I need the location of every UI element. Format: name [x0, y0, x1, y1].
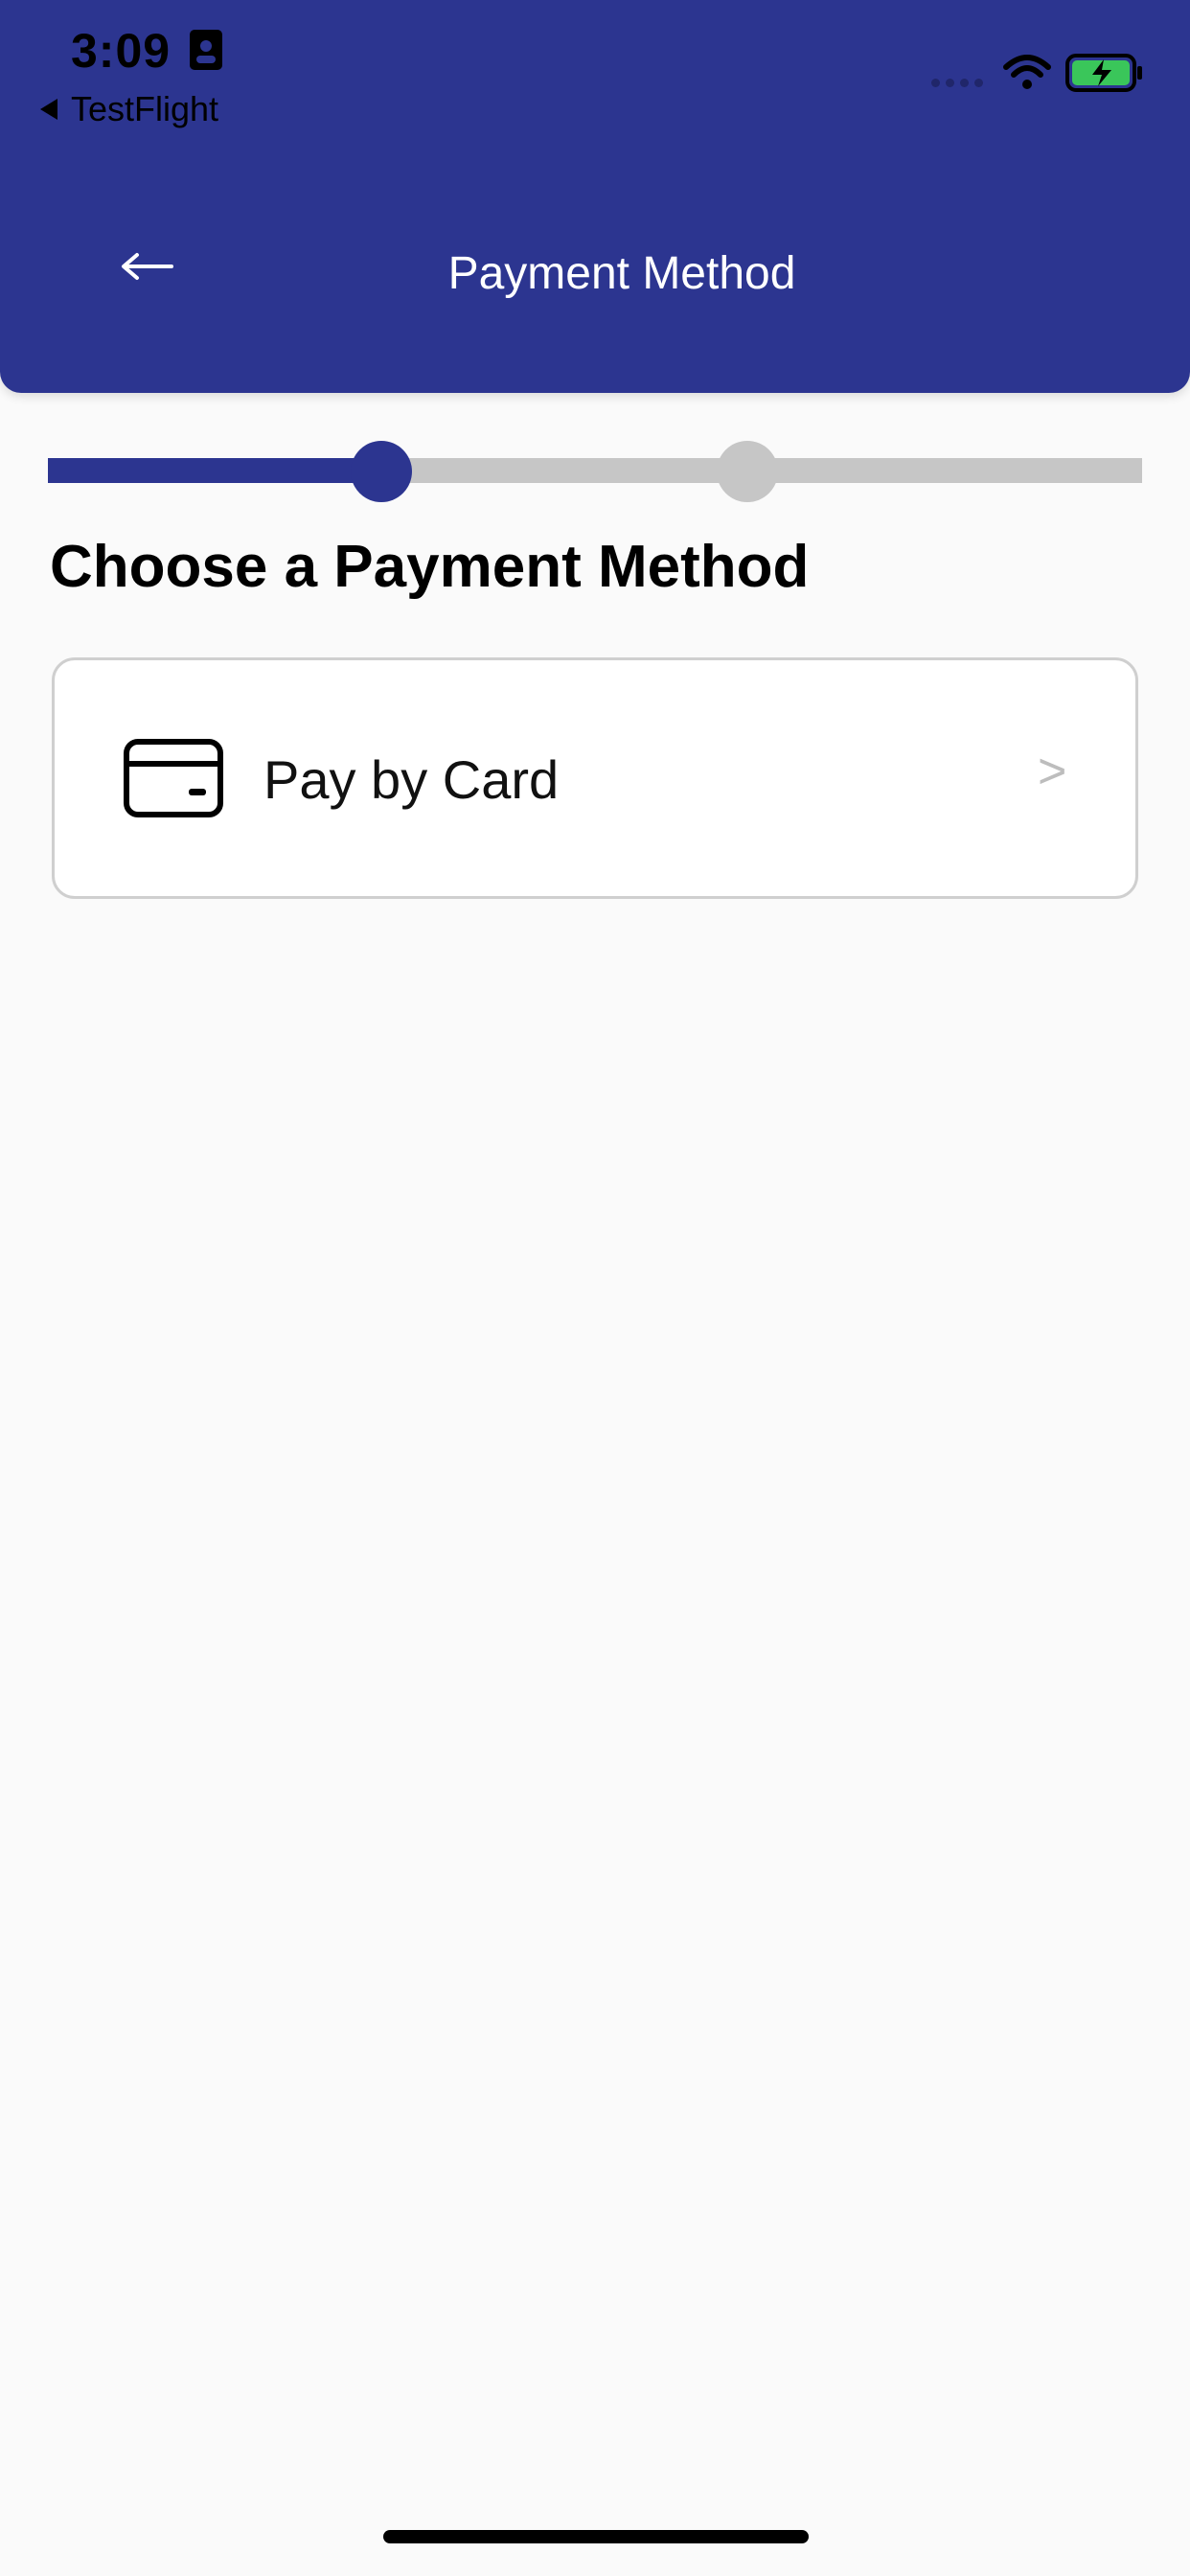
app-header: 3:09 TestFlight Payment Method	[0, 0, 1190, 393]
section-heading: Choose a Payment Method	[50, 534, 810, 600]
progress-stepper	[48, 441, 1142, 502]
back-app-label: TestFlight	[71, 89, 219, 128]
pay-by-card-option[interactable]: Pay by Card >	[52, 657, 1138, 899]
credit-card-icon	[124, 739, 223, 817]
page-title: Payment Method	[447, 248, 796, 299]
back-triangle-icon	[40, 99, 57, 120]
chevron-right-icon: >	[1038, 744, 1067, 799]
stepper-step-1-active	[351, 441, 412, 502]
wifi-icon	[1003, 55, 1051, 89]
option-label: Pay by Card	[263, 749, 560, 810]
status-time: 3:09	[71, 24, 172, 78]
battery-charging-icon	[1065, 54, 1142, 92]
cellular-signal-icon	[931, 79, 983, 87]
id-card-icon	[190, 30, 222, 70]
stepper-track-complete	[48, 458, 381, 483]
stepper-step-2-inactive	[717, 441, 778, 502]
home-indicator	[383, 2530, 809, 2543]
back-to-app-link[interactable]: TestFlight	[40, 88, 218, 130]
payment-method-screen: 3:09 TestFlight Payment Method Choose a …	[0, 0, 1190, 2576]
